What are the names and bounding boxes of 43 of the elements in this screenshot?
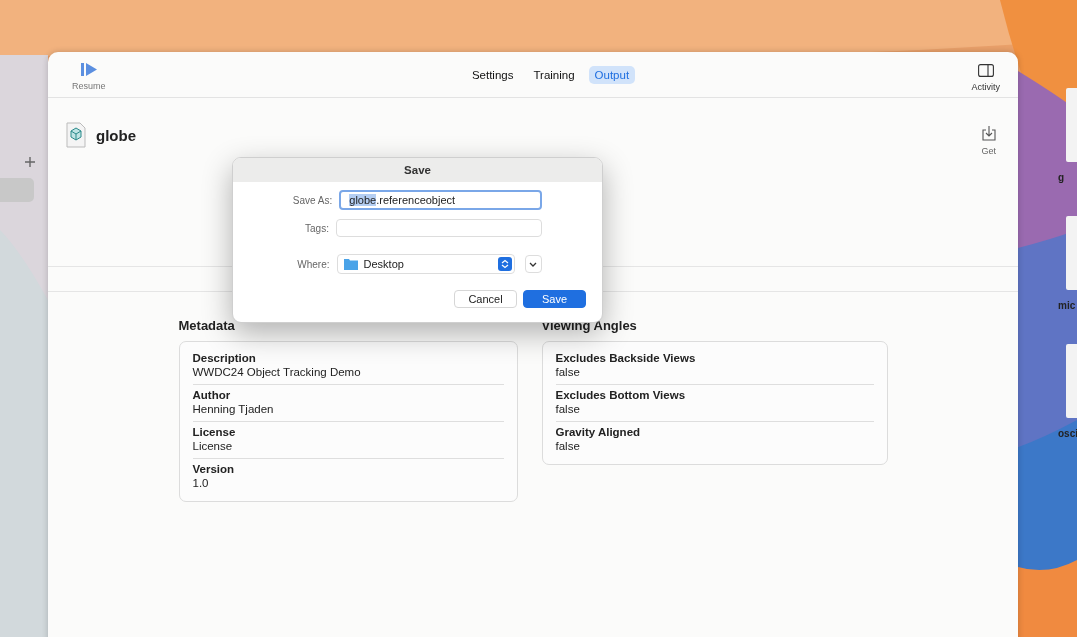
section-title: Metadata <box>178 318 236 333</box>
dialog-title: Save <box>233 158 602 182</box>
get-button[interactable]: Get <box>977 124 1000 158</box>
plus-icon[interactable] <box>25 157 35 167</box>
field-label: Excludes Bottom Views <box>555 389 687 401</box>
chevron-down-icon <box>529 261 538 267</box>
field-value: false <box>555 440 581 452</box>
file-name[interactable]: osci <box>1058 428 1077 439</box>
tab[interactable]: Output <box>588 65 636 84</box>
save-as-field[interactable]: globe.referenceobject <box>339 190 542 210</box>
tab[interactable]: Settings <box>465 65 520 84</box>
field-value: License <box>192 440 234 452</box>
download-icon <box>981 126 996 141</box>
field-label: Excludes Backside Views <box>555 352 697 364</box>
resume-icon <box>80 62 97 76</box>
dialog-button[interactable]: Cancel <box>454 290 517 308</box>
field-label: Where: <box>296 258 330 270</box>
field-value: false <box>555 366 581 378</box>
field-value: WWDC24 Object Tracking Demo <box>192 366 362 378</box>
field-label: License <box>192 426 237 438</box>
field-label: Version <box>192 463 236 475</box>
tags-field[interactable] <box>335 219 542 237</box>
field-label: Gravity Aligned <box>555 426 642 438</box>
document-title: globe <box>96 126 136 144</box>
tab[interactable]: Training <box>527 65 581 84</box>
folder-icon <box>343 258 358 270</box>
field-value: Henning Tjaden <box>192 403 275 415</box>
dialog-button[interactable]: Save <box>523 290 586 308</box>
file-name[interactable]: mic <box>1058 300 1076 311</box>
stepper-icon <box>497 257 512 271</box>
field-value: 1.0 <box>192 477 210 489</box>
activity-button[interactable]: Activity <box>967 61 1004 94</box>
field-label: Description <box>192 352 257 364</box>
file-name[interactable]: g <box>1058 172 1065 183</box>
field-label: Tags: <box>304 222 329 234</box>
field-label: Save As: <box>291 194 333 206</box>
resume-button[interactable]: Resume <box>68 60 110 93</box>
field-label: Author <box>192 389 232 401</box>
location-popup[interactable]: Desktop <box>336 254 515 274</box>
sidebar-icon <box>977 63 994 77</box>
field-value: false <box>555 403 581 415</box>
expand-button[interactable] <box>524 255 542 273</box>
cube-file-icon <box>66 122 86 148</box>
